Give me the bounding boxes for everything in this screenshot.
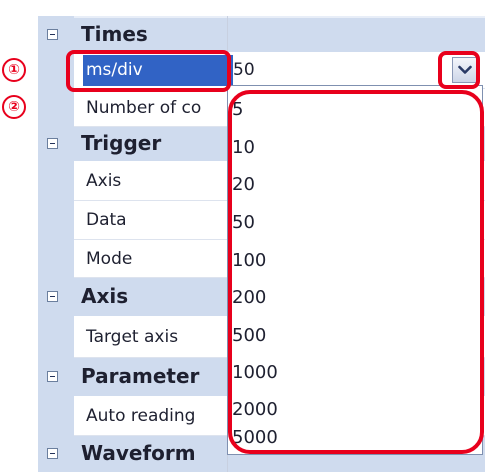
collapse-icon[interactable] [47, 371, 58, 382]
collapse-icon[interactable] [47, 291, 58, 302]
category-label: Trigger [81, 131, 162, 155]
category-times[interactable]: Times [38, 18, 485, 52]
property-label-number-of-co: Number of co [86, 98, 202, 118]
category-label: Parameter [81, 364, 200, 388]
annotation-badge-2: ② [2, 95, 26, 119]
property-label-trigger-axis: Axis [86, 171, 122, 191]
category-label: Times [81, 22, 148, 46]
highlight-dropdown-box [228, 90, 484, 454]
collapse-icon[interactable] [47, 448, 58, 459]
property-label-target-axis: Target axis [86, 327, 179, 347]
property-label-trigger-data: Data [86, 210, 127, 230]
collapse-icon[interactable] [47, 29, 58, 40]
highlight-arrow-box [438, 51, 480, 89]
collapse-icon[interactable] [47, 138, 58, 149]
property-label-auto-reading: Auto reading [86, 406, 196, 426]
property-label-trigger-mode: Mode [86, 249, 133, 269]
annotation-badge-1: ① [2, 58, 26, 82]
category-label: Waveform [81, 441, 196, 465]
highlight-label-box [66, 50, 231, 92]
category-label: Axis [81, 284, 129, 308]
